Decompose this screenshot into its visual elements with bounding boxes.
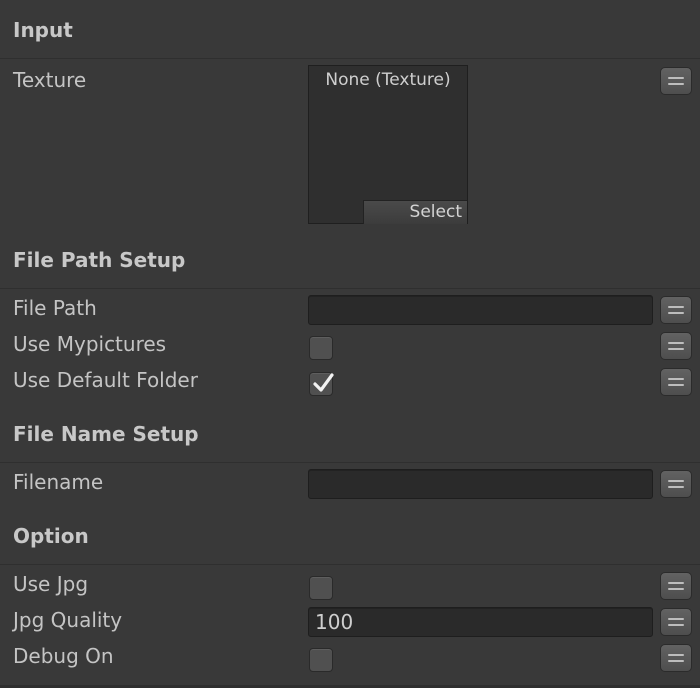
checkmark-icon (313, 373, 334, 392)
filename-menu-icon[interactable] (660, 470, 692, 498)
section-title-option: Option (13, 524, 89, 548)
file-path-menu-icon[interactable] (660, 296, 692, 324)
divider (0, 462, 700, 463)
use-jpg-menu-icon[interactable] (660, 572, 692, 600)
label-use-mypictures: Use Mypictures (13, 332, 167, 356)
label-use-default-folder: Use Default Folder (13, 368, 198, 392)
label-filename: Filename (13, 470, 104, 494)
use-mypictures-menu-icon[interactable] (660, 332, 692, 360)
divider (0, 288, 700, 289)
jpg-quality-field[interactable]: 100 (308, 607, 653, 637)
label-file-path: File Path (13, 296, 97, 320)
inspector-panel: Input Texture None (Texture) Select File… (0, 0, 700, 688)
texture-value: None (Texture) (325, 70, 451, 90)
use-mypictures-checkbox[interactable] (309, 336, 333, 360)
use-default-folder-checkbox[interactable] (309, 372, 334, 396)
label-jpg-quality: Jpg Quality (13, 608, 123, 632)
texture-menu-icon[interactable] (660, 67, 692, 95)
section-title-input: Input (13, 18, 73, 42)
section-title-file-path-setup: File Path Setup (13, 248, 186, 272)
use-default-folder-menu-icon[interactable] (660, 368, 692, 396)
file-path-field[interactable] (308, 295, 653, 325)
filename-field[interactable] (308, 469, 653, 499)
label-use-jpg: Use Jpg (13, 572, 89, 596)
label-texture: Texture (13, 68, 87, 92)
label-debug-on: Debug On (13, 644, 114, 668)
texture-object-field[interactable]: None (Texture) Select (308, 65, 468, 224)
use-jpg-checkbox[interactable] (309, 576, 333, 600)
jpg-quality-menu-icon[interactable] (660, 608, 692, 636)
debug-on-checkbox[interactable] (309, 648, 333, 672)
section-title-file-name-setup: File Name Setup (13, 422, 199, 446)
divider (0, 564, 700, 565)
debug-on-menu-icon[interactable] (660, 644, 692, 672)
texture-select-button[interactable]: Select (363, 200, 467, 224)
divider (0, 58, 700, 59)
